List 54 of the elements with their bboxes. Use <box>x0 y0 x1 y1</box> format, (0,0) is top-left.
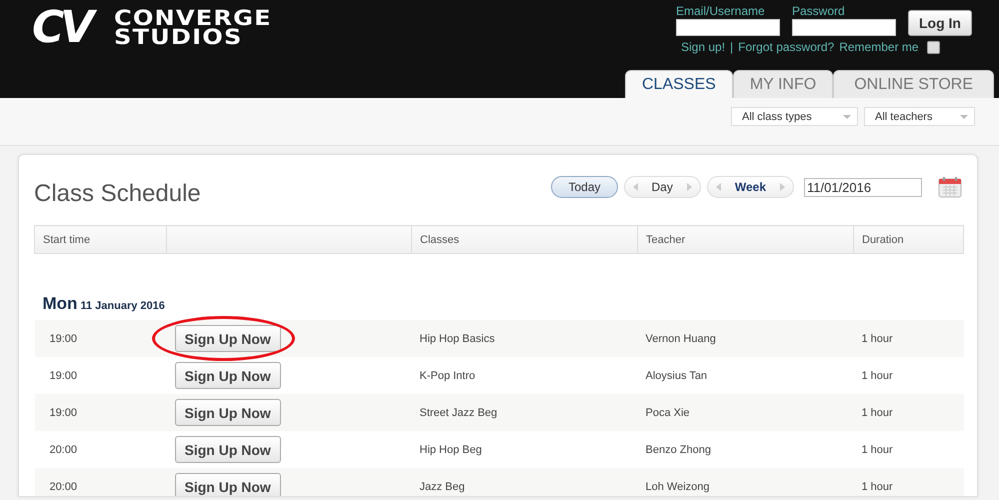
duration-cell: 1 hour <box>854 431 964 468</box>
teacher-cell: Benzo Zhong <box>638 431 854 468</box>
class-cell: Hip Hop Basics <box>412 320 638 357</box>
day-date: 11 January 2016 <box>80 300 165 312</box>
login-button[interactable]: Log In <box>908 10 972 36</box>
teacher-cell: Loh Weizong <box>638 468 854 496</box>
sign-up-button[interactable]: Sign Up Now <box>174 362 281 389</box>
teacher-cell: Aloysius Tan <box>638 357 854 394</box>
teacher-cell: Poca Xie <box>638 394 854 431</box>
logo-text: CONVERGE <box>114 9 272 28</box>
day-heading: Mon <box>42 294 78 313</box>
duration-cell: 1 hour <box>854 394 964 431</box>
class-cell: Street Jazz Beg <box>412 394 638 431</box>
password-field[interactable] <box>792 19 896 36</box>
time-cell: 19:00 <box>34 357 166 394</box>
view-button[interactable]: Day <box>624 176 701 198</box>
calendar-icon[interactable] <box>938 176 962 198</box>
logo-mark: CV <box>32 6 94 50</box>
class-cell: Hip Hop Beg <box>412 431 638 468</box>
nav-tab[interactable]: MY INFO <box>732 70 834 98</box>
today-button[interactable]: Today <box>551 176 618 198</box>
sign-up-button[interactable]: Sign Up Now <box>174 436 281 463</box>
separator: | <box>730 40 734 54</box>
nav-tab[interactable]: ONLINE STORE <box>833 70 994 98</box>
sign-up-button[interactable]: Sign Up Now <box>174 473 281 496</box>
time-cell: 19:00 <box>34 394 166 431</box>
date-field[interactable]: 11/01/2016 <box>804 178 922 196</box>
teacher-cell: Vernon Huang <box>638 320 854 357</box>
page-title: Class Schedule <box>34 180 202 208</box>
remember-me-checkbox[interactable] <box>926 40 940 54</box>
column-header: Duration <box>854 226 964 254</box>
class-cell: K-Pop Intro <box>412 357 638 394</box>
time-cell: 20:00 <box>34 468 166 496</box>
nav-tab[interactable]: CLASSES <box>625 70 733 98</box>
view-button[interactable]: Week <box>706 176 794 198</box>
column-header: Teacher <box>638 226 854 254</box>
signup-link[interactable]: Sign up! <box>681 40 726 54</box>
sign-up-button[interactable]: Sign Up Now <box>174 325 281 352</box>
remember-me-label: Remember me <box>839 40 919 54</box>
password-label: Password <box>792 4 846 18</box>
class-cell: Jazz Beg <box>412 468 638 496</box>
duration-cell: 1 hour <box>854 468 964 496</box>
email-label: Email/Username <box>676 4 766 18</box>
time-cell: 19:00 <box>34 320 166 357</box>
email-field[interactable] <box>676 19 780 36</box>
logo-text: STUDIOS <box>114 28 243 47</box>
duration-cell: 1 hour <box>854 320 964 357</box>
column-header: Start time <box>34 226 166 254</box>
forgot-password-link[interactable]: Forgot password? <box>738 40 834 54</box>
column-header: Classes <box>412 226 638 254</box>
sign-up-button[interactable]: Sign Up Now <box>174 399 281 426</box>
time-cell: 20:00 <box>34 431 166 468</box>
caret-icon <box>960 114 968 118</box>
duration-cell: 1 hour <box>854 357 964 394</box>
